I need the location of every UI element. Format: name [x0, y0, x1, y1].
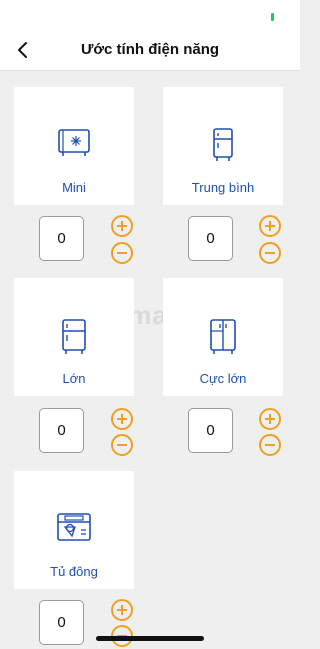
appliance-label: Mini	[62, 180, 86, 195]
minus-icon	[117, 252, 127, 254]
decrease-button-medium[interactable]	[259, 242, 281, 264]
medium-fridge-icon	[213, 128, 233, 161]
appliance-label: Trung bình	[191, 180, 255, 195]
appliance-card-freezer[interactable]: Tủ đông	[14, 471, 134, 589]
appliance-label: Cực lớn	[199, 371, 247, 386]
plus-icon	[265, 221, 275, 231]
increase-button-extra-large[interactable]	[259, 408, 281, 430]
quantity-field-extra-large[interactable]: 0	[188, 408, 233, 453]
appliance-card-mini[interactable]: Mini	[14, 87, 134, 205]
increase-button-medium[interactable]	[259, 215, 281, 237]
decrease-button-extra-large[interactable]	[259, 434, 281, 456]
plus-icon	[117, 414, 127, 424]
battery-indicator	[271, 13, 274, 21]
header: Ước tính điện năng	[0, 30, 300, 71]
appliance-label: Tủ đông	[50, 564, 98, 579]
plus-icon	[117, 221, 127, 231]
large-fridge-icon	[62, 319, 86, 354]
quantity-field-mini[interactable]: 0	[39, 216, 84, 261]
plus-icon	[265, 414, 275, 424]
appliance-card-large[interactable]: Lớn	[14, 278, 134, 396]
quantity-field-large[interactable]: 0	[39, 408, 84, 453]
freezer-icon	[57, 513, 91, 541]
quantity-field-freezer[interactable]: 0	[39, 600, 84, 645]
minus-icon	[265, 252, 275, 254]
appliance-card-extra-large[interactable]: Cực lớn	[163, 278, 283, 396]
minus-icon	[117, 444, 127, 446]
increase-button-freezer[interactable]	[111, 599, 133, 621]
minus-icon	[265, 444, 275, 446]
plus-icon	[117, 605, 127, 615]
increase-button-large[interactable]	[111, 408, 133, 430]
quantity-field-medium[interactable]: 0	[188, 216, 233, 261]
appliance-label: Lớn	[62, 371, 86, 386]
increase-button-mini[interactable]	[111, 215, 133, 237]
appliance-card-medium[interactable]: Trung bình	[163, 87, 283, 205]
decrease-button-large[interactable]	[111, 434, 133, 456]
page-title: Ước tính điện năng	[80, 41, 220, 58]
home-indicator[interactable]	[96, 636, 204, 641]
status-bar	[0, 0, 300, 30]
extra-large-fridge-icon	[210, 319, 236, 354]
mini-fridge-icon	[58, 129, 90, 156]
decrease-button-mini[interactable]	[111, 242, 133, 264]
